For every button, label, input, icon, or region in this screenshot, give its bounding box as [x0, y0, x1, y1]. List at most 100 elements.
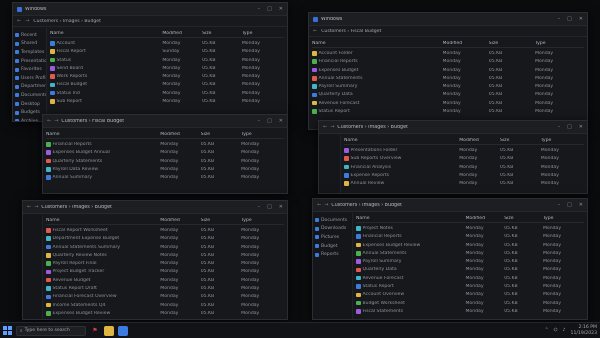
file-row[interactable]: Annual Statements Monday 05.KB Monday	[356, 249, 584, 257]
file-row[interactable]: Payroll Data Review Monday 05.KB Monday	[46, 165, 284, 173]
forward-arrow-icon[interactable]: →	[25, 18, 29, 24]
minimize-icon[interactable]: –	[258, 204, 261, 210]
file-row[interactable]: Work Reports Monday 05.KB Monday	[50, 72, 284, 80]
file-row[interactable]: Annual Statements Monday 05.KB Monday	[312, 74, 584, 82]
file-row[interactable]: Expenses Budget Annual Monday 05.KB Monday	[46, 149, 284, 157]
column-header[interactable]: Type	[241, 132, 284, 137]
column-header[interactable]: Size	[201, 132, 241, 137]
nav-item[interactable]: Favorites	[15, 65, 44, 74]
file-row[interactable]: Expense Reports Monday 05.KB Monday	[344, 171, 584, 179]
nav-item[interactable]: Departments	[15, 83, 46, 92]
file-row[interactable]: Annual Review Monday 05.KB Monday	[344, 179, 584, 187]
file-row[interactable]: Account Overview Monday 05.KB Monday	[356, 291, 584, 299]
maximize-icon[interactable]: □	[567, 124, 572, 130]
forward-arrow-icon[interactable]: →	[54, 118, 58, 124]
column-header[interactable]: Name	[50, 31, 162, 36]
file-row[interactable]: Revenue Budget Monday 05.KB Monday	[46, 276, 284, 284]
title-bar[interactable]: ← → Customers › Images › Budget – □ ✕	[23, 201, 287, 214]
file-row[interactable]: Quarterly Statements Monday 05.KB Monday	[46, 157, 284, 165]
task-view-icon[interactable]: ⚑	[90, 326, 100, 336]
nav-item[interactable]: Budget	[315, 242, 350, 251]
title-bar[interactable]: ← → Customers › Fiscal Budget – □ ✕	[43, 115, 287, 128]
file-row[interactable]: Payroll Summary Monday 05.KB Monday	[356, 257, 584, 265]
minimize-icon[interactable]: –	[558, 124, 561, 130]
column-header[interactable]: Size	[202, 31, 242, 36]
column-header[interactable]: Modified	[162, 31, 202, 36]
maximize-icon[interactable]: □	[267, 204, 272, 210]
file-row[interactable]: Budget Worksheet Monday 05.KB Monday	[356, 299, 584, 307]
file-row[interactable]: Account Folder Monday 05.KB Monday	[312, 49, 584, 57]
minimize-icon[interactable]: –	[558, 202, 561, 208]
nav-item[interactable]: Presentations	[15, 57, 46, 66]
file-row[interactable]: Expenses Budget Review Monday 05.KB Monday	[46, 309, 284, 317]
breadcrumb[interactable]: Customers › Fiscal Budget	[321, 29, 583, 34]
file-row[interactable]: Status Report Draft Monday 05.KB Monday	[46, 284, 284, 292]
column-header[interactable]: Modified	[465, 216, 504, 221]
column-header[interactable]: Size	[489, 41, 535, 46]
maximize-icon[interactable]: □	[567, 202, 572, 208]
nav-item[interactable]: Archive	[15, 117, 44, 121]
explorer-window-fiscal-budget-2[interactable]: ← → Customers › Fiscal Budget – □ ✕ Name Mo…	[42, 114, 288, 194]
close-icon[interactable]: ✕	[279, 6, 283, 12]
column-header[interactable]: Type	[543, 216, 584, 221]
nav-item[interactable]: Users Profiles	[15, 74, 46, 83]
column-header[interactable]: Modified	[443, 41, 489, 46]
breadcrumb[interactable]: Customers › Images › Budget	[41, 205, 254, 210]
file-row[interactable]: Revenue Forecast Monday 05.KB Monday	[356, 274, 584, 282]
column-header[interactable]: Modified	[160, 218, 200, 223]
file-row[interactable]: Quarterly Data Monday 05.KB Monday	[312, 91, 584, 99]
nav-item[interactable]: Documents	[315, 216, 350, 225]
maximize-icon[interactable]: □	[267, 118, 272, 124]
file-row[interactable]: Fiscal Budget Monday 05.KB Monday	[50, 81, 284, 89]
column-header[interactable]: Type	[541, 138, 584, 143]
file-row[interactable]: Annual Statements Summary Monday 05.KB Mond…	[46, 243, 284, 251]
file-row[interactable]: Revenue Forecast Monday 05.KB Monday	[312, 99, 584, 107]
maximize-icon[interactable]: □	[567, 16, 572, 22]
column-header[interactable]: Name	[356, 216, 465, 221]
title-bar[interactable]: ← → Customers › Images › Budget – □ ✕	[319, 121, 587, 134]
start-button[interactable]	[3, 326, 12, 335]
file-row[interactable]: Account Reports FinalMonday05.KBMonday	[46, 318, 284, 319]
file-row[interactable]: Fiscal Report Worksheet Monday 05.KB Monday	[46, 226, 284, 234]
file-row[interactable]: Financial Forecast Overview Monday 05.KB Mo…	[46, 293, 284, 301]
minimize-icon[interactable]: –	[258, 6, 261, 12]
close-icon[interactable]: ✕	[579, 16, 583, 22]
file-row[interactable]: Department Expense Budget Monday 05.KB Mond…	[46, 235, 284, 243]
file-row[interactable]: Fiscal Statements Monday 05.KB Monday	[356, 307, 584, 315]
nav-item[interactable]: Templates	[15, 48, 44, 57]
nav-item[interactable]: Pictures	[315, 233, 350, 242]
back-arrow-icon[interactable]: ←	[313, 28, 317, 34]
breadcrumb[interactable]: Customers › Images › Budget	[337, 125, 554, 130]
forward-arrow-icon[interactable]: →	[34, 204, 38, 210]
back-arrow-icon[interactable]: ←	[317, 202, 321, 208]
forward-arrow-icon[interactable]: →	[324, 202, 328, 208]
column-header[interactable]: Size	[504, 216, 543, 221]
column-header[interactable]: Name	[312, 41, 443, 46]
file-row[interactable]: Expenses Budget Monday 05.KB Monday	[312, 66, 584, 74]
network-icon[interactable]: ⌬	[554, 328, 558, 333]
file-row[interactable]: Status Ind Monday 05.KB Monday	[50, 89, 284, 97]
close-icon[interactable]: ✕	[279, 118, 283, 124]
file-row[interactable]: Financial Analysis Monday 05.KB Monday	[344, 163, 584, 171]
minimize-icon[interactable]: –	[558, 16, 561, 22]
file-row[interactable]: Quarterly Review Notes Monday 05.KB Monday	[46, 251, 284, 259]
file-row[interactable]: Status Report Monday 05.KB Monday	[312, 107, 584, 115]
back-arrow-icon[interactable]: ←	[17, 18, 21, 24]
column-header[interactable]: Size	[201, 218, 241, 223]
title-bar[interactable]: Windows – □ ✕	[13, 3, 287, 16]
file-row[interactable]: Sub Reports Overview Monday 05.KB Monday	[344, 155, 584, 163]
explorer-window-fiscal-budget[interactable]: Windows – □ ✕ ← Customers › Fiscal Budget …	[308, 12, 588, 130]
nav-item[interactable]: Downloads	[315, 225, 350, 234]
chevron-up-icon[interactable]: ⌃	[545, 328, 549, 333]
file-row[interactable]: Project Budget Tracker Monday 05.KB Monday	[46, 268, 284, 276]
close-icon[interactable]: ✕	[579, 124, 583, 130]
file-row[interactable]: Status Report Monday 05.KB Monday	[356, 282, 584, 290]
minimize-icon[interactable]: –	[258, 118, 261, 124]
file-row[interactable]: Payroll Report Final Monday 05.KB Monday	[46, 259, 284, 267]
file-row[interactable]: Status Monday 05.KB Monday	[50, 56, 284, 64]
file-row[interactable]: Send Board Monday 05.KB Monday	[50, 64, 284, 72]
file-row[interactable]: Payroll Summary Monday 05.KB Monday	[312, 82, 584, 90]
breadcrumb[interactable]: Customers › Fiscal Budget	[61, 119, 254, 124]
close-icon[interactable]: ✕	[579, 202, 583, 208]
file-row[interactable]: Annual Summary Monday 05.KB Monday	[46, 173, 284, 181]
